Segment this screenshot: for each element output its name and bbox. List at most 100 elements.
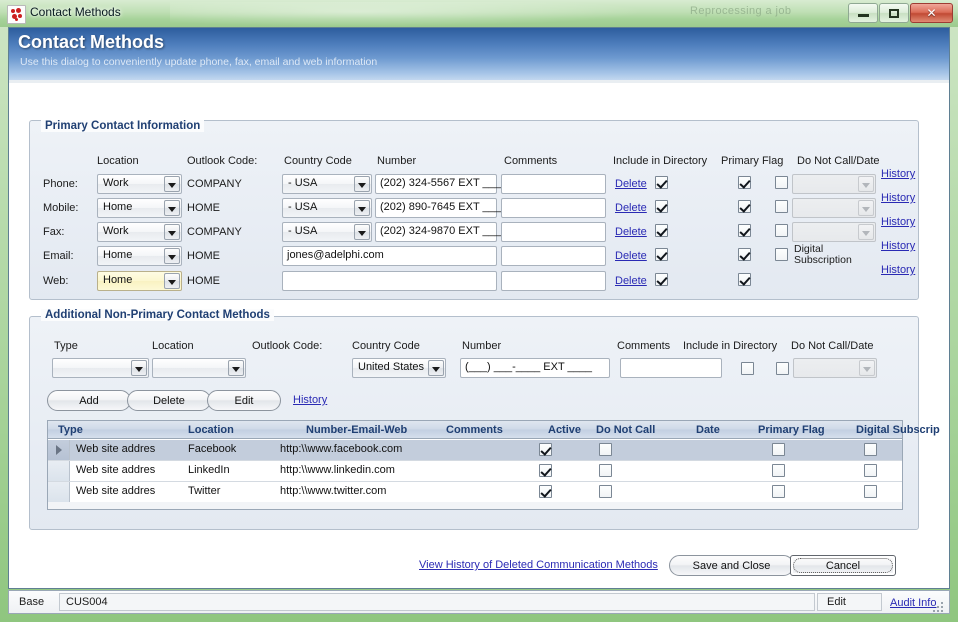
chevron-down-icon[interactable]: [164, 176, 180, 192]
comments-input-4[interactable]: [501, 271, 606, 291]
grid-column-header-3[interactable]: Comments: [446, 424, 503, 436]
history-link-1[interactable]: History: [881, 192, 915, 204]
number-input-2[interactable]: (202) 324-9870 EXT ___: [375, 222, 501, 242]
do-not-call-date-combo-2[interactable]: [792, 222, 876, 242]
location-combo-0[interactable]: Work: [97, 174, 182, 194]
edit-button[interactable]: Edit: [207, 390, 281, 411]
comments-input-2[interactable]: [501, 222, 606, 242]
country-code-combo-0[interactable]: - USA: [282, 174, 372, 194]
comments-input-0[interactable]: [501, 174, 606, 194]
cell-primary-flag-checkbox-0[interactable]: [772, 443, 785, 456]
add-button[interactable]: Add: [47, 390, 131, 411]
include-in-directory-checkbox-1[interactable]: [655, 200, 668, 213]
delete-link-1[interactable]: Delete: [615, 202, 647, 214]
chevron-down-icon[interactable]: [164, 224, 180, 240]
primary-flag-checkbox-4[interactable]: [738, 273, 751, 286]
view-deleted-history-link[interactable]: View History of Deleted Communication Me…: [419, 559, 658, 571]
cell-active-checkbox-1[interactable]: [539, 464, 552, 477]
row-selector-2[interactable]: [48, 482, 70, 502]
number-input-0[interactable]: (202) 324-5567 EXT ___: [375, 174, 501, 194]
grid-column-header-8[interactable]: Digital Subscrip: [856, 424, 940, 436]
minimize-button[interactable]: [848, 3, 878, 23]
delete-link-2[interactable]: Delete: [615, 226, 647, 238]
additional-history-link[interactable]: History: [293, 394, 327, 406]
addl-include-in-directory-checkbox[interactable]: [741, 362, 754, 375]
close-button[interactable]: ✕: [910, 3, 953, 23]
country-code-combo-1[interactable]: - USA: [282, 198, 372, 218]
do-not-call-checkbox-3[interactable]: [775, 248, 788, 261]
addl-type-combo[interactable]: [52, 358, 149, 378]
addl-country-code-combo[interactable]: United States: [352, 358, 446, 378]
delete-link-4[interactable]: Delete: [615, 275, 647, 287]
delete-button[interactable]: Delete: [127, 390, 211, 411]
table-row[interactable]: Web site addres Facebook http:\\www.facebo…: [48, 440, 902, 461]
chevron-down-icon[interactable]: [164, 200, 180, 216]
cell-primary-flag-checkbox-2[interactable]: [772, 485, 785, 498]
comments-input-1[interactable]: [501, 198, 606, 218]
do-not-call-date-combo-0[interactable]: [792, 174, 876, 194]
cell-digital-subscription-checkbox-1[interactable]: [864, 464, 877, 477]
title-bar[interactable]: Contact Methods Reprocessing a job ✕: [0, 0, 958, 27]
do-not-call-date-combo-1[interactable]: [792, 198, 876, 218]
chevron-down-icon[interactable]: [428, 360, 444, 376]
cell-do-not-call-checkbox-0[interactable]: [599, 443, 612, 456]
location-combo-1[interactable]: Home: [97, 198, 182, 218]
include-in-directory-checkbox-3[interactable]: [655, 248, 668, 261]
grid-column-header-7[interactable]: Primary Flag: [758, 424, 825, 436]
history-link-3[interactable]: History: [881, 240, 915, 252]
cell-do-not-call-checkbox-2[interactable]: [599, 485, 612, 498]
primary-flag-checkbox-2[interactable]: [738, 224, 751, 237]
row-selector-0[interactable]: [48, 440, 70, 460]
chevron-down-icon[interactable]: [354, 224, 370, 240]
chevron-down-icon[interactable]: [131, 360, 147, 376]
do-not-call-checkbox-0[interactable]: [775, 176, 788, 189]
table-row[interactable]: Web site addres Twitter http:\\www.twitter…: [48, 482, 902, 503]
do-not-call-checkbox-1[interactable]: [775, 200, 788, 213]
status-mode-field[interactable]: Edit: [817, 593, 882, 611]
addl-number-input[interactable]: (___) ___-____ EXT ____: [460, 358, 610, 378]
audit-info-link[interactable]: Audit Info: [890, 597, 936, 609]
location-combo-4[interactable]: Home: [97, 271, 182, 291]
contact-methods-grid[interactable]: Type Location Number-Email-Web Comments Acti…: [47, 420, 940, 510]
resize-grip-icon[interactable]: [933, 602, 945, 612]
chevron-down-icon[interactable]: [858, 224, 874, 240]
chevron-down-icon[interactable]: [354, 200, 370, 216]
primary-flag-checkbox-1[interactable]: [738, 200, 751, 213]
table-row[interactable]: Web site addres LinkedIn http:\\www.linked…: [48, 461, 902, 482]
number-input-4[interactable]: [282, 271, 497, 291]
cell-active-checkbox-2[interactable]: [539, 485, 552, 498]
include-in-directory-checkbox-4[interactable]: [655, 273, 668, 286]
primary-flag-checkbox-3[interactable]: [738, 248, 751, 261]
grid-column-header-0[interactable]: Type: [58, 424, 83, 436]
history-link-2[interactable]: History: [881, 216, 915, 228]
addl-do-not-call-checkbox[interactable]: [776, 362, 789, 375]
cancel-button[interactable]: Cancel: [790, 555, 896, 576]
addl-location-combo[interactable]: [152, 358, 246, 378]
chevron-down-icon[interactable]: [354, 176, 370, 192]
cell-primary-flag-checkbox-1[interactable]: [772, 464, 785, 477]
cell-digital-subscription-checkbox-2[interactable]: [864, 485, 877, 498]
number-input-3[interactable]: jones@adelphi.com: [282, 246, 497, 266]
grid-column-header-5[interactable]: Do Not Call: [596, 424, 655, 436]
number-input-1[interactable]: (202) 890-7645 EXT ___: [375, 198, 501, 218]
chevron-down-icon[interactable]: [859, 360, 875, 376]
chevron-down-icon[interactable]: [858, 176, 874, 192]
addl-do-not-call-date-combo[interactable]: [793, 358, 877, 378]
location-combo-2[interactable]: Work: [97, 222, 182, 242]
status-record-field[interactable]: CUS004: [59, 593, 815, 611]
chevron-down-icon[interactable]: [164, 273, 180, 289]
save-and-close-button[interactable]: Save and Close: [669, 555, 794, 576]
primary-flag-checkbox-0[interactable]: [738, 176, 751, 189]
delete-link-3[interactable]: Delete: [615, 250, 647, 262]
comments-input-3[interactable]: [501, 246, 606, 266]
history-link-4[interactable]: History: [881, 264, 915, 276]
do-not-call-checkbox-2[interactable]: [775, 224, 788, 237]
grid-column-header-6[interactable]: Date: [696, 424, 720, 436]
history-link-0[interactable]: History: [881, 168, 915, 180]
grid-column-header-1[interactable]: Location: [188, 424, 234, 436]
location-combo-3[interactable]: Home: [97, 246, 182, 266]
delete-link-0[interactable]: Delete: [615, 178, 647, 190]
addl-comments-input[interactable]: [620, 358, 722, 378]
cell-do-not-call-checkbox-1[interactable]: [599, 464, 612, 477]
chevron-down-icon[interactable]: [228, 360, 244, 376]
